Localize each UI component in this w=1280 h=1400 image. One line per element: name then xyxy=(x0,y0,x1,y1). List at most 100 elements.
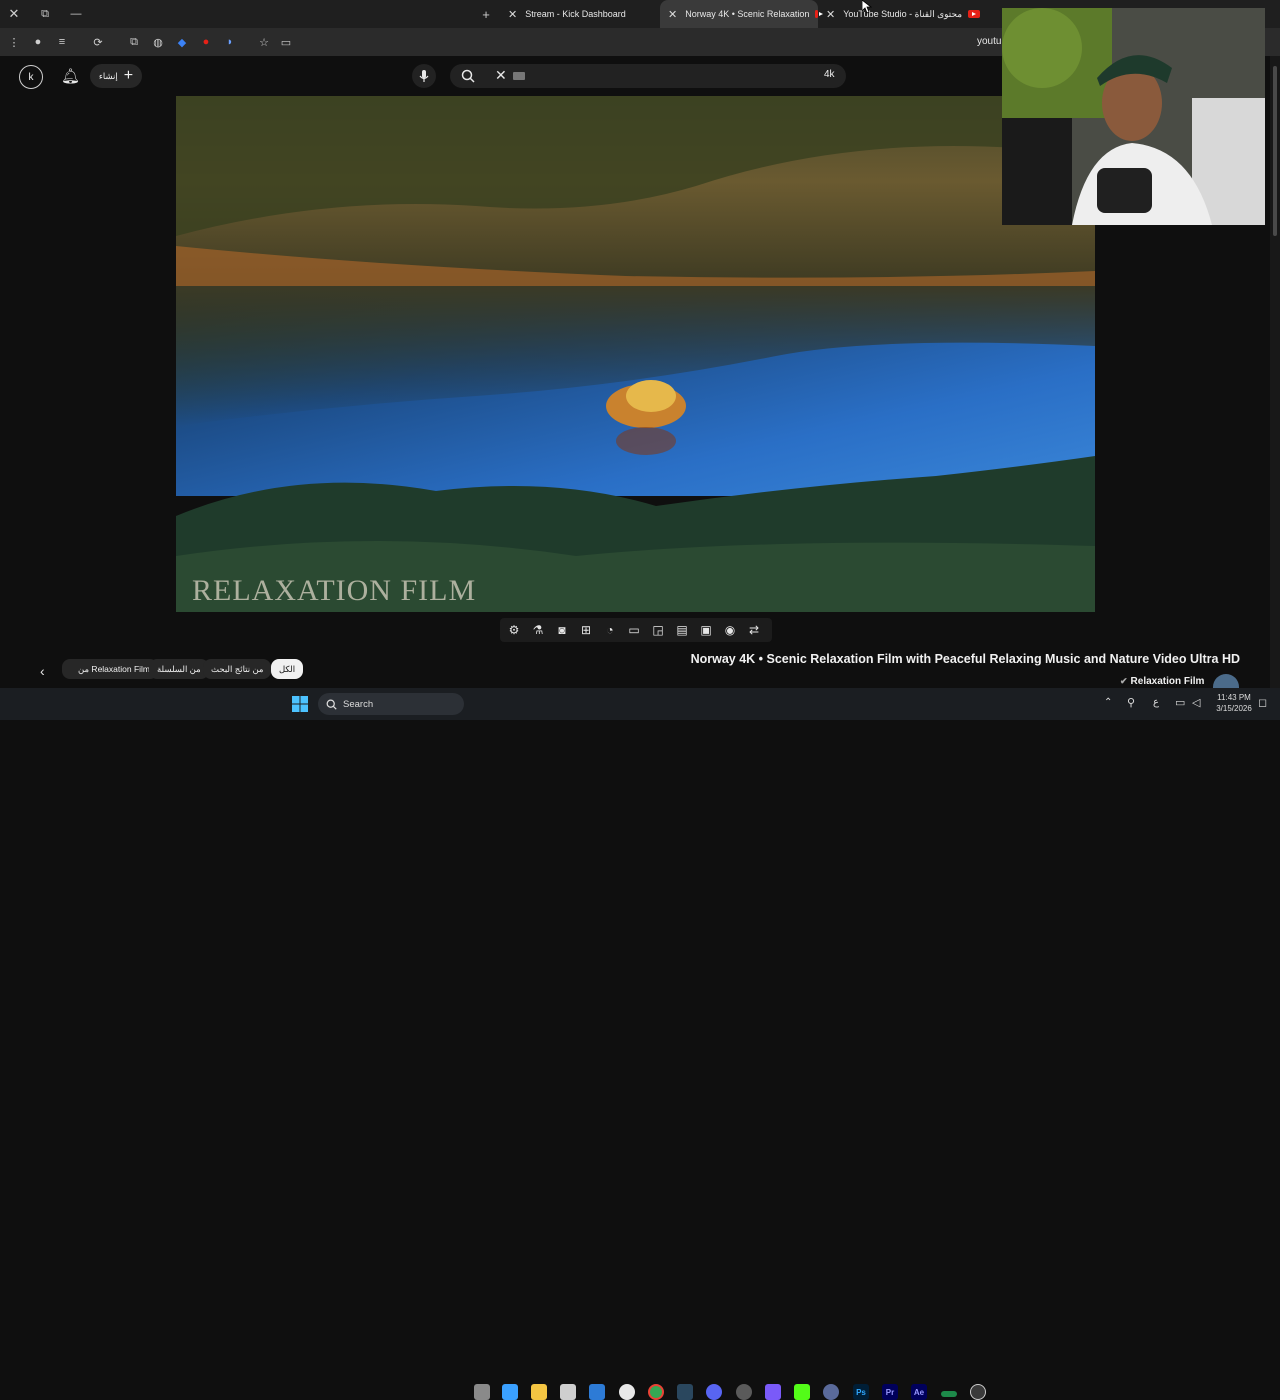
video-player[interactable]: RELAXATION FILM xyxy=(176,96,1095,612)
photoshop-icon[interactable]: Ps xyxy=(853,1384,869,1400)
discord-icon[interactable] xyxy=(706,1384,722,1400)
menu-icon[interactable]: ⋮ xyxy=(6,34,22,50)
app-icon[interactable] xyxy=(970,1384,986,1400)
close-tab-icon[interactable]: ✕ xyxy=(668,8,677,21)
mouse-cursor-icon xyxy=(862,0,872,14)
clapper-icon[interactable]: ▤ xyxy=(674,622,690,638)
app-icon[interactable] xyxy=(823,1384,839,1400)
chip-label: الكل xyxy=(279,663,296,674)
settings-icon[interactable]: ⚙ xyxy=(506,622,522,638)
verified-icon: ✔ xyxy=(1120,676,1128,686)
clock[interactable]: 11:43 PM 3/15/2026 xyxy=(1212,692,1256,714)
file-explorer-icon[interactable] xyxy=(531,1384,547,1400)
search-icon[interactable] xyxy=(461,69,475,83)
volume-icon[interactable]: ◁ xyxy=(1192,696,1200,709)
globe-icon[interactable]: ◍ xyxy=(150,34,166,50)
steam-icon[interactable] xyxy=(677,1384,693,1400)
task-view-icon[interactable] xyxy=(474,1384,490,1400)
kick-icon[interactable] xyxy=(794,1384,810,1400)
account-avatar[interactable]: k xyxy=(19,65,43,89)
minimize-icon[interactable]: — xyxy=(68,6,84,22)
notification-icon[interactable]: ◻ xyxy=(1258,696,1267,709)
premiere-icon[interactable]: Pr xyxy=(882,1384,898,1400)
broadcast-icon[interactable]: ◉ xyxy=(722,622,738,638)
address-bar-text[interactable]: youtu xyxy=(977,36,1001,47)
video-title: Norway 4K • Scenic Relaxation Film with … xyxy=(690,652,1240,666)
scrollbar-thumb[interactable] xyxy=(1273,66,1277,236)
after-effects-icon[interactable]: Ae xyxy=(911,1384,927,1400)
plus-icon: + xyxy=(123,67,134,84)
search-query: 4k xyxy=(824,69,835,80)
extension-icon[interactable]: ◗ xyxy=(222,34,238,50)
restore-icon[interactable]: ⧉ xyxy=(37,6,53,22)
flask-icon[interactable]: ⚗ xyxy=(530,622,546,638)
channel-name-row[interactable]: ✔ Relaxation Film xyxy=(1120,676,1204,687)
chrome-icon[interactable] xyxy=(648,1384,664,1400)
chevron-left-icon[interactable]: ‹ xyxy=(40,663,45,679)
search-icon xyxy=(326,699,337,710)
player-extension-toolbar: ⚙ ⚗ ◙ ⊞ ◔ ▭ ◲ ▤ ▣ ◉ ⇄ xyxy=(500,618,772,642)
loop-icon[interactable]: ⇄ xyxy=(746,622,762,638)
chevron-up-icon[interactable]: ⌃ xyxy=(1104,697,1112,708)
tab-norway-video[interactable]: ✕ Norway 4K • Scenic Relaxation xyxy=(660,0,823,28)
mic-icon[interactable]: ⚲ xyxy=(1127,696,1135,709)
new-tab-icon[interactable]: + xyxy=(478,6,494,22)
create-button[interactable]: إنشاء + xyxy=(90,64,142,88)
windows-taskbar: Search Ps Pr Ae ⌃ ⚲ ع ▭ ◁ 11:43 PM 3/15/… xyxy=(0,688,1280,1400)
search-input[interactable]: ✕ 4k xyxy=(450,64,846,88)
chip-label: من نتائج البحث xyxy=(211,663,264,674)
bell-icon[interactable]: 🔔︎ xyxy=(61,67,80,85)
taskbar-search-label: Search xyxy=(343,698,374,710)
extension-icon[interactable]: ◆ xyxy=(174,34,190,50)
create-label: إنشاء xyxy=(98,70,118,81)
app-icon[interactable] xyxy=(941,1391,957,1397)
windows-icon[interactable] xyxy=(292,696,308,712)
taskbar-search[interactable]: Search xyxy=(318,693,464,715)
theater-icon[interactable]: ▭ xyxy=(626,622,642,638)
puzzle-icon[interactable]: ⧉ xyxy=(126,34,142,50)
tab-kick-dashboard[interactable]: ✕ Stream - Kick Dashboard K xyxy=(500,0,668,28)
network-icon[interactable]: ▭ xyxy=(1175,696,1185,709)
add-screenshot-icon[interactable]: ⊞ xyxy=(578,622,594,638)
webcam-image xyxy=(1002,8,1265,225)
channel-avatar[interactable] xyxy=(1213,674,1239,688)
keyboard-icon[interactable] xyxy=(513,72,525,80)
star-icon[interactable]: ☆ xyxy=(256,34,272,50)
mail-icon[interactable] xyxy=(589,1384,605,1400)
extension-icon[interactable]: ● xyxy=(198,34,214,50)
mic-icon xyxy=(419,69,429,82)
chip-from-series[interactable]: من السلسلة xyxy=(149,659,209,679)
screen-icon[interactable]: ▭ xyxy=(278,34,294,50)
page-scrollbar[interactable] xyxy=(1270,56,1280,688)
chip-label: من Relaxation Film xyxy=(78,663,150,674)
extension-icon[interactable]: ≡ xyxy=(54,34,70,50)
language-indicator[interactable]: ع xyxy=(1153,697,1159,708)
chip-all[interactable]: الكل xyxy=(271,659,304,679)
subtitles-icon[interactable]: ▣ xyxy=(698,622,714,638)
close-tab-icon[interactable]: ✕ xyxy=(826,8,835,21)
gamepad-icon[interactable] xyxy=(765,1384,781,1400)
clock-time: 11:43 PM xyxy=(1217,693,1251,702)
close-tab-icon[interactable]: ✕ xyxy=(508,8,517,21)
picture-in-picture-icon[interactable]: ◲ xyxy=(650,622,666,638)
extension-icon[interactable]: ● xyxy=(30,34,46,50)
tab-youtube-studio[interactable]: ✕ YouTube Studio - محتوى القناة xyxy=(818,0,1000,28)
extension-icon[interactable]: ⟳ xyxy=(90,34,106,50)
speed-icon[interactable]: ◔ xyxy=(602,622,618,638)
tab-label: Norway 4K • Scenic Relaxation xyxy=(685,9,810,19)
camera-icon[interactable]: ◙ xyxy=(554,622,570,638)
obs-icon[interactable] xyxy=(619,1384,635,1400)
video-watermark: RELAXATION FILM xyxy=(192,574,477,607)
chip-from-search[interactable]: من نتائج البحث xyxy=(203,659,272,679)
clock-date: 3/15/2026 xyxy=(1216,704,1252,713)
app-icon[interactable] xyxy=(736,1384,752,1400)
channel-name: Relaxation Film xyxy=(1130,676,1205,687)
chip-from-channel[interactable]: من Relaxation Film xyxy=(62,659,158,679)
voice-search-button[interactable] xyxy=(412,64,436,88)
close-icon[interactable]: ✕ xyxy=(6,6,22,22)
clear-search-icon[interactable]: ✕ xyxy=(495,67,507,84)
store-icon[interactable] xyxy=(560,1384,576,1400)
chip-label: من السلسلة xyxy=(157,663,201,674)
youtube-icon xyxy=(968,10,981,18)
widgets-icon[interactable] xyxy=(502,1384,518,1400)
